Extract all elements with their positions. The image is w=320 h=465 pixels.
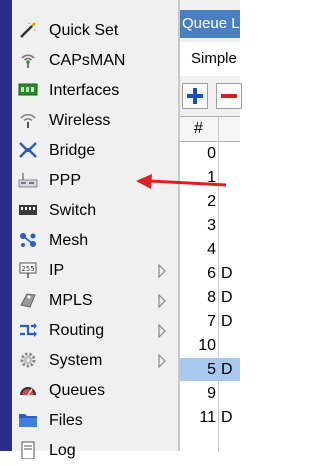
row-flag: D xyxy=(221,409,233,426)
row-number: 7 xyxy=(207,313,216,330)
menu-item-quick-set[interactable]: Quick Set xyxy=(12,15,178,45)
menu-item-label: IP xyxy=(49,262,65,279)
queues-icon xyxy=(20,387,36,396)
plus-icon xyxy=(187,88,203,104)
menu-item-routing[interactable]: Routing xyxy=(12,315,178,345)
wand-icon xyxy=(20,22,36,38)
menu-item-label: MPLS xyxy=(49,292,93,309)
submenu-arrow-icon xyxy=(158,354,166,368)
row-flag: D xyxy=(221,313,233,330)
menu-item-label: CAPsMAN xyxy=(49,52,126,69)
menu-item-label: Wireless xyxy=(49,112,111,129)
menu-item-label: Bridge xyxy=(49,142,96,159)
log-icon xyxy=(21,441,35,459)
row-flag: D xyxy=(221,265,233,282)
minus-icon xyxy=(221,94,237,98)
bridge-icon xyxy=(19,142,37,158)
main-menu: Quick Set CAPsMAN Interfaces Wireless Br… xyxy=(12,0,178,459)
window-title[interactable]: Queue L xyxy=(180,10,240,38)
queue-table: # 0 1 2 3 4 6 D 8 D 7 D 10 5 D 9 11 D xyxy=(180,116,240,452)
menu-item-interfaces[interactable]: Interfaces xyxy=(12,75,178,105)
menu-item-capsman[interactable]: CAPsMAN xyxy=(12,45,178,75)
table-header: # xyxy=(180,117,240,142)
remove-button[interactable] xyxy=(216,83,242,109)
menu-item-log[interactable]: Log xyxy=(12,435,178,465)
svg-text:255: 255 xyxy=(21,265,34,273)
row-number: 1 xyxy=(207,169,216,186)
table-row[interactable]: 10 xyxy=(180,334,240,357)
menu-item-label: Interfaces xyxy=(49,82,120,99)
row-number: 11 xyxy=(199,409,216,426)
menu-item-mesh[interactable]: Mesh xyxy=(12,225,178,255)
routing-icon xyxy=(20,323,37,337)
row-flag: D xyxy=(221,361,233,378)
menu-item-ip[interactable]: 255 IP xyxy=(12,255,178,285)
interfaces-icon xyxy=(18,83,38,96)
submenu-arrow-icon xyxy=(158,294,166,308)
ppp-icon xyxy=(18,173,38,188)
menu-item-bridge[interactable]: Bridge xyxy=(12,135,178,165)
menu-item-label: System xyxy=(49,352,103,369)
wireless-icon xyxy=(20,113,36,128)
ip-icon: 255 xyxy=(19,262,37,278)
folder-icon xyxy=(19,414,37,427)
row-number: 9 xyxy=(207,385,216,402)
column-header-number[interactable]: # xyxy=(194,120,203,138)
menu-item-label: Log xyxy=(49,442,76,459)
table-row[interactable]: 7D xyxy=(180,310,240,333)
row-number: 6 xyxy=(207,265,216,282)
gear-icon xyxy=(20,352,36,368)
table-row[interactable]: 4 xyxy=(180,238,240,261)
side-strip xyxy=(0,0,12,451)
menu-item-queues[interactable]: Queues xyxy=(12,375,178,405)
menu-item-label: Switch xyxy=(49,202,97,219)
mpls-icon xyxy=(20,293,36,308)
menu-item-wireless[interactable]: Wireless xyxy=(12,105,178,135)
table-row[interactable]: 9 xyxy=(180,382,240,405)
table-row[interactable]: 6D xyxy=(180,262,240,285)
menu-item-label: Files xyxy=(49,412,83,429)
table-row[interactable]: 3 xyxy=(180,214,240,237)
table-row[interactable]: 2 xyxy=(180,190,240,213)
row-flag: D xyxy=(221,289,233,306)
menu-item-switch[interactable]: Switch xyxy=(12,195,178,225)
toolbar xyxy=(180,76,242,114)
menu-item-mpls[interactable]: MPLS xyxy=(12,285,178,315)
row-number: 5 xyxy=(207,361,216,378)
menu-item-label: Routing xyxy=(49,322,105,339)
menu-item-label: Quick Set xyxy=(49,22,119,39)
table-row[interactable]: 11 D xyxy=(180,406,240,429)
add-button[interactable] xyxy=(182,83,208,109)
row-number: 4 xyxy=(207,241,216,258)
row-number: 8 xyxy=(207,289,216,306)
table-row[interactable]: 0 xyxy=(180,142,240,165)
row-number: 10 xyxy=(198,337,216,354)
menu-item-label: Queues xyxy=(49,382,106,399)
table-row[interactable]: 8D xyxy=(180,286,240,309)
menu-item-label: Mesh xyxy=(49,232,89,249)
switch-icon xyxy=(19,205,37,215)
menu-item-files[interactable]: Files xyxy=(12,405,178,435)
row-number: 2 xyxy=(207,193,216,210)
submenu-arrow-icon xyxy=(158,324,166,338)
table-row[interactable]: 1 xyxy=(180,166,240,189)
antenna-icon xyxy=(21,54,35,68)
tab-simple[interactable]: Simple xyxy=(180,42,240,76)
menu-item-system[interactable]: System xyxy=(12,345,178,375)
menu-item-ppp[interactable]: PPP xyxy=(12,165,178,195)
menu-item-label: PPP xyxy=(49,172,82,189)
queue-list-panel: Queue L Simple # 0 1 2 3 4 6 D 8 D 7 D 10 5 D 9 11 D xyxy=(180,0,242,452)
table-row[interactable]: 5D xyxy=(180,358,240,381)
row-number: 3 xyxy=(207,217,216,234)
row-number: 0 xyxy=(207,145,216,162)
mesh-icon xyxy=(20,233,36,247)
submenu-arrow-icon xyxy=(158,264,166,278)
